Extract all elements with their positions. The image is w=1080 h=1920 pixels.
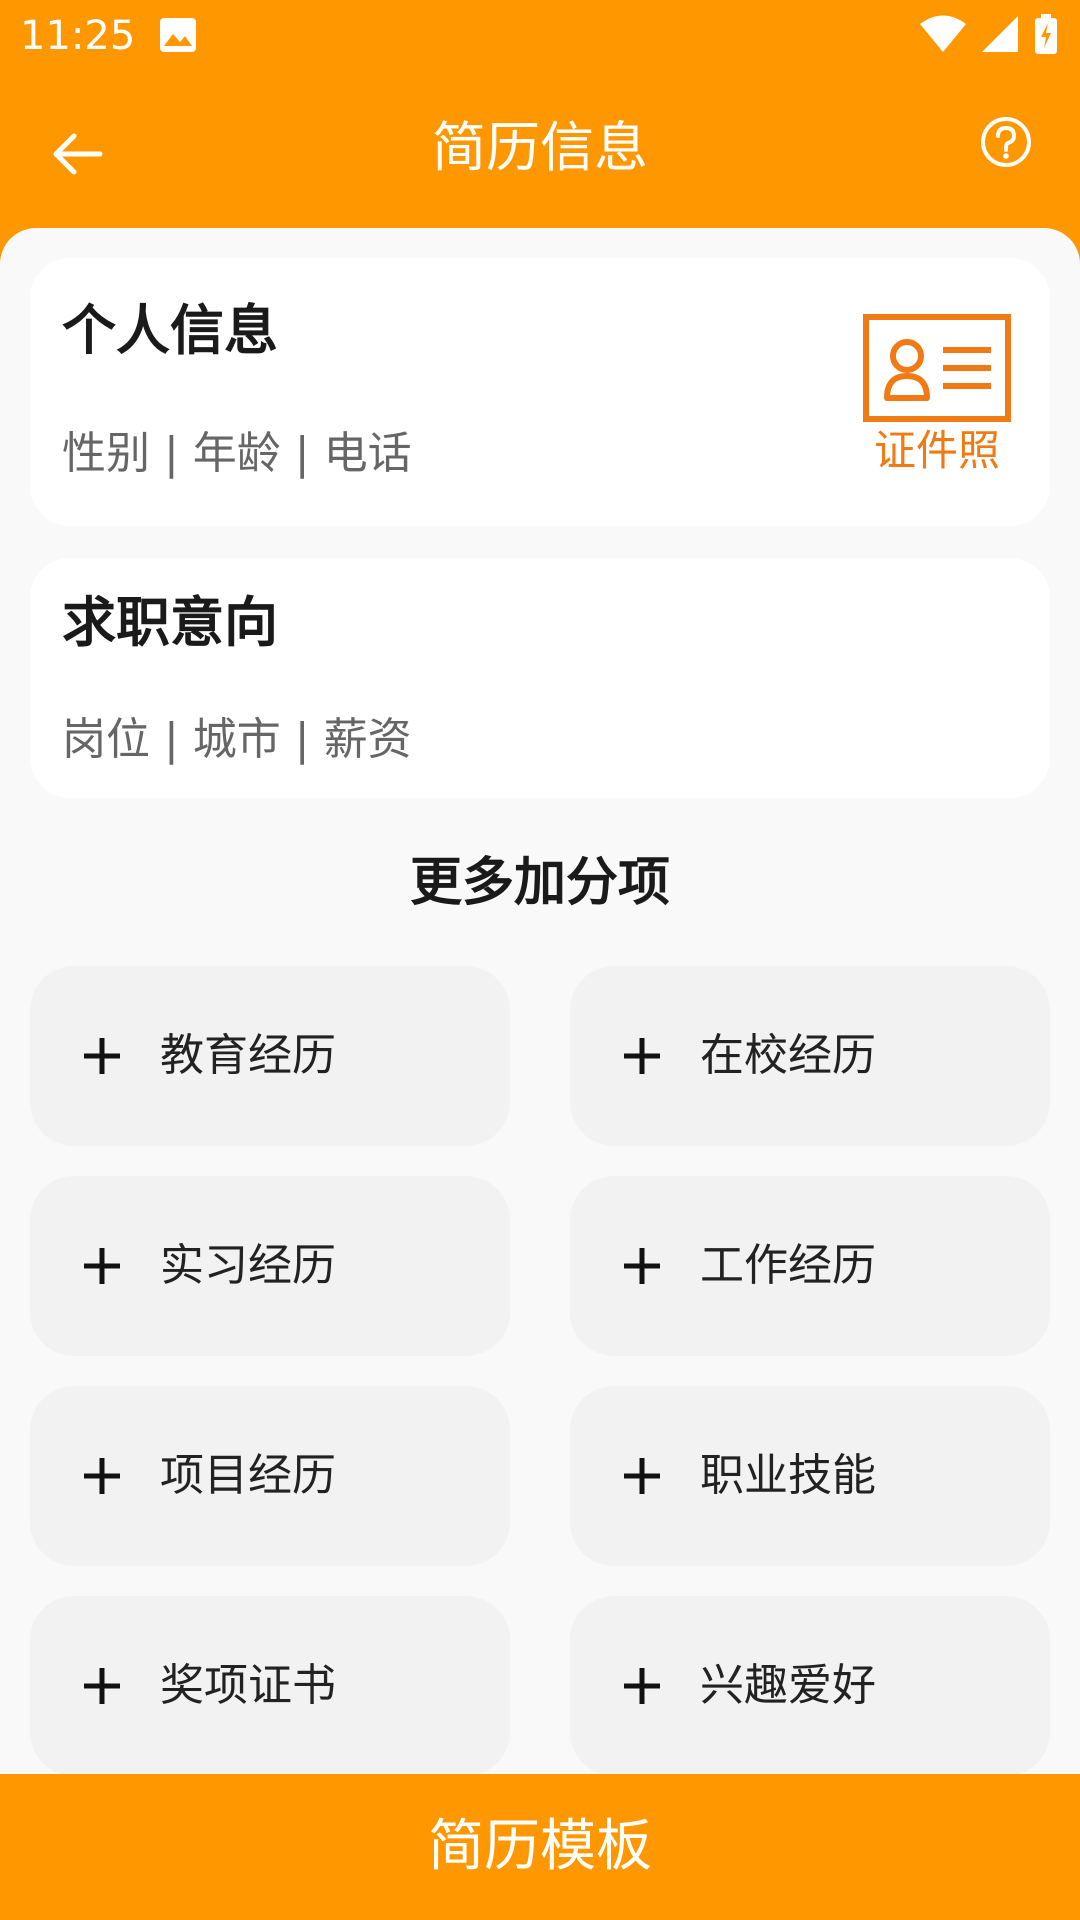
add-work-button[interactable]: 工作经历 [570, 1176, 1050, 1356]
plus-icon [614, 1448, 670, 1504]
image-icon [160, 18, 196, 56]
plus-icon [614, 1238, 670, 1294]
wifi-icon [920, 15, 966, 57]
plus-icon [614, 1658, 670, 1714]
add-campus-button[interactable]: 在校经历 [570, 966, 1050, 1146]
add-project-button[interactable]: 项目经历 [30, 1386, 510, 1566]
id-photo-label: 证件照 [873, 426, 1000, 475]
app-bar: 简历信息 [0, 72, 1080, 228]
plus-icon [74, 1028, 130, 1084]
help-button[interactable] [966, 104, 1046, 184]
id-card-icon [863, 314, 1011, 426]
status-bar: 11:25 [0, 0, 1080, 72]
add-hobbies-button[interactable]: 兴趣爱好 [570, 1596, 1050, 1774]
job-intent-title: 求职意向 [62, 591, 278, 654]
item-label: 教育经历 [160, 1030, 336, 1081]
item-label: 在校经历 [700, 1030, 876, 1081]
job-intent-card[interactable]: 求职意向 岗位 | 城市 | 薪资 [30, 558, 1050, 798]
add-skills-button[interactable]: 职业技能 [570, 1386, 1050, 1566]
item-label: 奖项证书 [160, 1660, 336, 1711]
status-time: 11:25 [20, 13, 136, 59]
signal-icon [982, 16, 1018, 56]
item-label: 兴趣爱好 [700, 1660, 876, 1711]
item-label: 实习经历 [160, 1240, 336, 1291]
content-area: 个人信息 性别 | 年龄 | 电话 证件照 求职意向 岗位 | 城市 | 薪资 … [0, 228, 1080, 1774]
page-title: 简历信息 [432, 116, 648, 179]
item-label: 工作经历 [700, 1240, 876, 1291]
status-icons [920, 14, 1058, 58]
plus-icon [614, 1028, 670, 1084]
item-label: 项目经历 [160, 1450, 336, 1501]
personal-info-title: 个人信息 [62, 299, 278, 362]
plus-icon [74, 1238, 130, 1294]
battery-charging-icon [1034, 14, 1058, 58]
resume-template-button[interactable]: 简历模板 [0, 1774, 1080, 1920]
add-awards-button[interactable]: 奖项证书 [30, 1596, 510, 1774]
plus-icon [74, 1658, 130, 1714]
add-internship-button[interactable]: 实习经历 [30, 1176, 510, 1356]
more-section-title: 更多加分项 [409, 853, 670, 913]
add-education-button[interactable]: 教育经历 [30, 966, 510, 1146]
plus-icon [74, 1448, 130, 1504]
personal-info-subtitle: 性别 | 年龄 | 电话 [62, 428, 412, 479]
job-intent-subtitle: 岗位 | 城市 | 薪资 [62, 714, 412, 765]
personal-info-card[interactable]: 个人信息 性别 | 年龄 | 电话 证件照 [30, 258, 1050, 526]
item-label: 职业技能 [700, 1450, 876, 1501]
help-circle-icon [980, 116, 1032, 172]
id-photo-button[interactable]: 证件照 [862, 314, 1012, 476]
